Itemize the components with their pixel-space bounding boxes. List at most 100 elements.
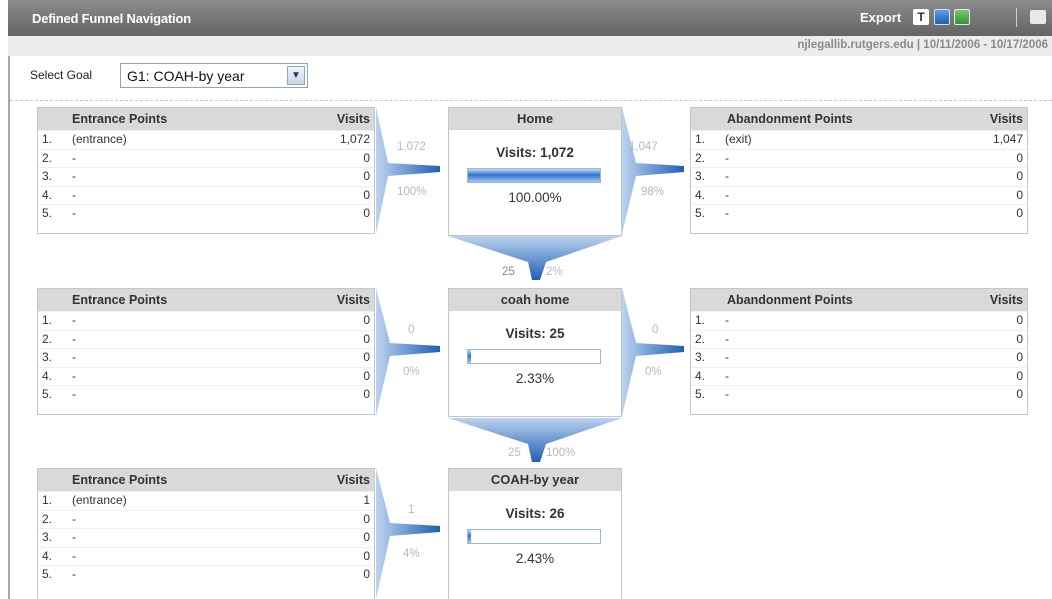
funnel-step-home[interactable]: Home Visits: 1,072 100.00% [448, 107, 622, 236]
table-row[interactable]: 2. - 0 [38, 148, 374, 168]
row-visits: 0 [363, 350, 370, 364]
step-percent: 100.00% [508, 190, 562, 205]
entrance-points-table-3: Entrance Points Visits 1. (entrance) 1 2. - 0… [37, 468, 375, 599]
exit-flow-arrow-1 [622, 107, 684, 234]
page-name: - [725, 150, 729, 165]
row-visits: 0 [363, 368, 370, 383]
entrance-flow-arrow-1 [376, 107, 440, 234]
entrance-flow-arrow-3 [376, 468, 440, 599]
page-name: - [725, 387, 729, 401]
row-number: 2. [42, 331, 53, 346]
table-row[interactable]: 5. - 0 [38, 385, 374, 404]
visits-header: Visits [989, 112, 1023, 126]
row-visits: 1 [363, 493, 370, 507]
entrance-points-table-1: Entrance Points Visits 1. (entrance) 1,072 … [37, 107, 375, 234]
row-visits: 0 [1016, 169, 1023, 183]
row-number: 3. [42, 350, 53, 364]
page-name: - [725, 368, 729, 383]
page-name: - [725, 350, 729, 364]
step-visits: Visits: 25 [505, 326, 565, 341]
table-row[interactable]: 3. - 0 [38, 348, 374, 367]
page-name: - [72, 169, 76, 183]
row-number: 1. [695, 132, 706, 146]
table-row[interactable]: 4. - 0 [38, 185, 374, 205]
table-row[interactable]: 4. - 0 [691, 185, 1027, 205]
table-row[interactable]: 3. - 0 [38, 167, 374, 186]
table-row[interactable]: 1. - 0 [691, 311, 1027, 330]
table-row[interactable]: 1. (entrance) 1 [38, 491, 374, 510]
table-row[interactable]: 3. - 0 [691, 348, 1027, 367]
entrance-flow-count: 0 [408, 324, 415, 336]
entrance-flow-count: 1,072 [397, 141, 426, 153]
page-name: - [72, 511, 76, 526]
row-number: 1. [42, 132, 53, 146]
table-row[interactable]: 5. - 0 [38, 204, 374, 223]
row-visits: 0 [363, 169, 370, 183]
visits-header: Visits [336, 473, 370, 487]
page-name: - [72, 206, 76, 220]
step-name: coah home [449, 289, 621, 311]
table-row[interactable]: 2. - 0 [691, 148, 1027, 168]
table-row[interactable]: 4. - 0 [691, 366, 1027, 386]
next-flow-arrow-2 [448, 418, 622, 462]
row-number: 4. [42, 368, 53, 383]
table-row[interactable]: 1. - 0 [38, 311, 374, 330]
table-row[interactable]: 5. - 0 [691, 385, 1027, 404]
page-name: - [72, 368, 76, 383]
conversion-bar [467, 529, 601, 544]
table-row[interactable]: 2. - 0 [691, 329, 1027, 349]
table-row[interactable]: 3. - 0 [691, 167, 1027, 186]
page-name: - [72, 187, 76, 202]
table-row[interactable]: 4. - 0 [38, 546, 374, 566]
row-number: 5. [695, 206, 706, 220]
row-visits: 0 [1016, 187, 1023, 202]
funnel-step-coah-home[interactable]: coah home Visits: 25 2.33% [448, 288, 622, 417]
table-row[interactable]: 5. - 0 [691, 204, 1027, 223]
conversion-bar-fill [468, 350, 472, 363]
table-row[interactable]: 4. - 0 [38, 366, 374, 386]
page-name: (entrance) [72, 493, 127, 507]
visits-header: Visits [336, 112, 370, 126]
row-visits: 0 [1016, 331, 1023, 346]
entrance-flow-percent: 100% [397, 186, 427, 198]
page-name: (exit) [725, 132, 752, 146]
table-row[interactable]: 1. (entrance) 1,072 [38, 130, 374, 149]
row-number: 3. [695, 169, 706, 183]
row-number: 2. [42, 150, 53, 165]
table-row[interactable]: 3. - 0 [38, 528, 374, 547]
entrance-flow-percent: 0% [403, 366, 420, 378]
step-name: COAH-by year [449, 469, 621, 491]
row-visits: 0 [363, 187, 370, 202]
abandonment-points-table-2: Abandonment Points Visits 1. -0 2. -0 3. -0 … [690, 288, 1028, 415]
row-number: 1. [42, 493, 53, 507]
exit-flow-count: 0 [652, 324, 659, 336]
exit-flow-count: 1,047 [629, 141, 658, 153]
row-visits: 0 [363, 387, 370, 401]
row-number: 4. [42, 187, 53, 202]
funnel-step-coah-by-year[interactable]: COAH-by year Visits: 26 2.43% [448, 468, 622, 599]
page-name: (entrance) [72, 132, 127, 146]
row-number: 1. [42, 313, 53, 327]
table-row[interactable]: 5. - 0 [38, 565, 374, 584]
table-row[interactable]: 1. (exit) 1,047 [691, 130, 1027, 149]
conversion-bar-fill [468, 169, 600, 182]
step-visits: Visits: 1,072 [496, 145, 574, 160]
entrance-flow-arrow-2 [376, 288, 440, 416]
table-row[interactable]: 2. - 0 [38, 329, 374, 349]
row-number: 2. [42, 511, 53, 526]
entrance-header: Entrance Points [72, 473, 168, 487]
exit-flow-percent: 0% [645, 366, 662, 378]
visits-header: Visits [336, 293, 370, 307]
row-visits: 0 [1016, 387, 1023, 401]
abandonment-header: Abandonment Points [727, 112, 853, 126]
page-name: - [725, 187, 729, 202]
table-row[interactable]: 2. - 0 [38, 509, 374, 529]
row-number: 3. [695, 350, 706, 364]
row-visits: 0 [1016, 206, 1023, 220]
page-name: - [72, 350, 76, 364]
page-name: - [725, 206, 729, 220]
step-visits: Visits: 26 [505, 506, 565, 521]
page-name: - [725, 313, 729, 327]
row-number: 4. [42, 548, 53, 563]
row-visits: 1,047 [992, 132, 1023, 146]
